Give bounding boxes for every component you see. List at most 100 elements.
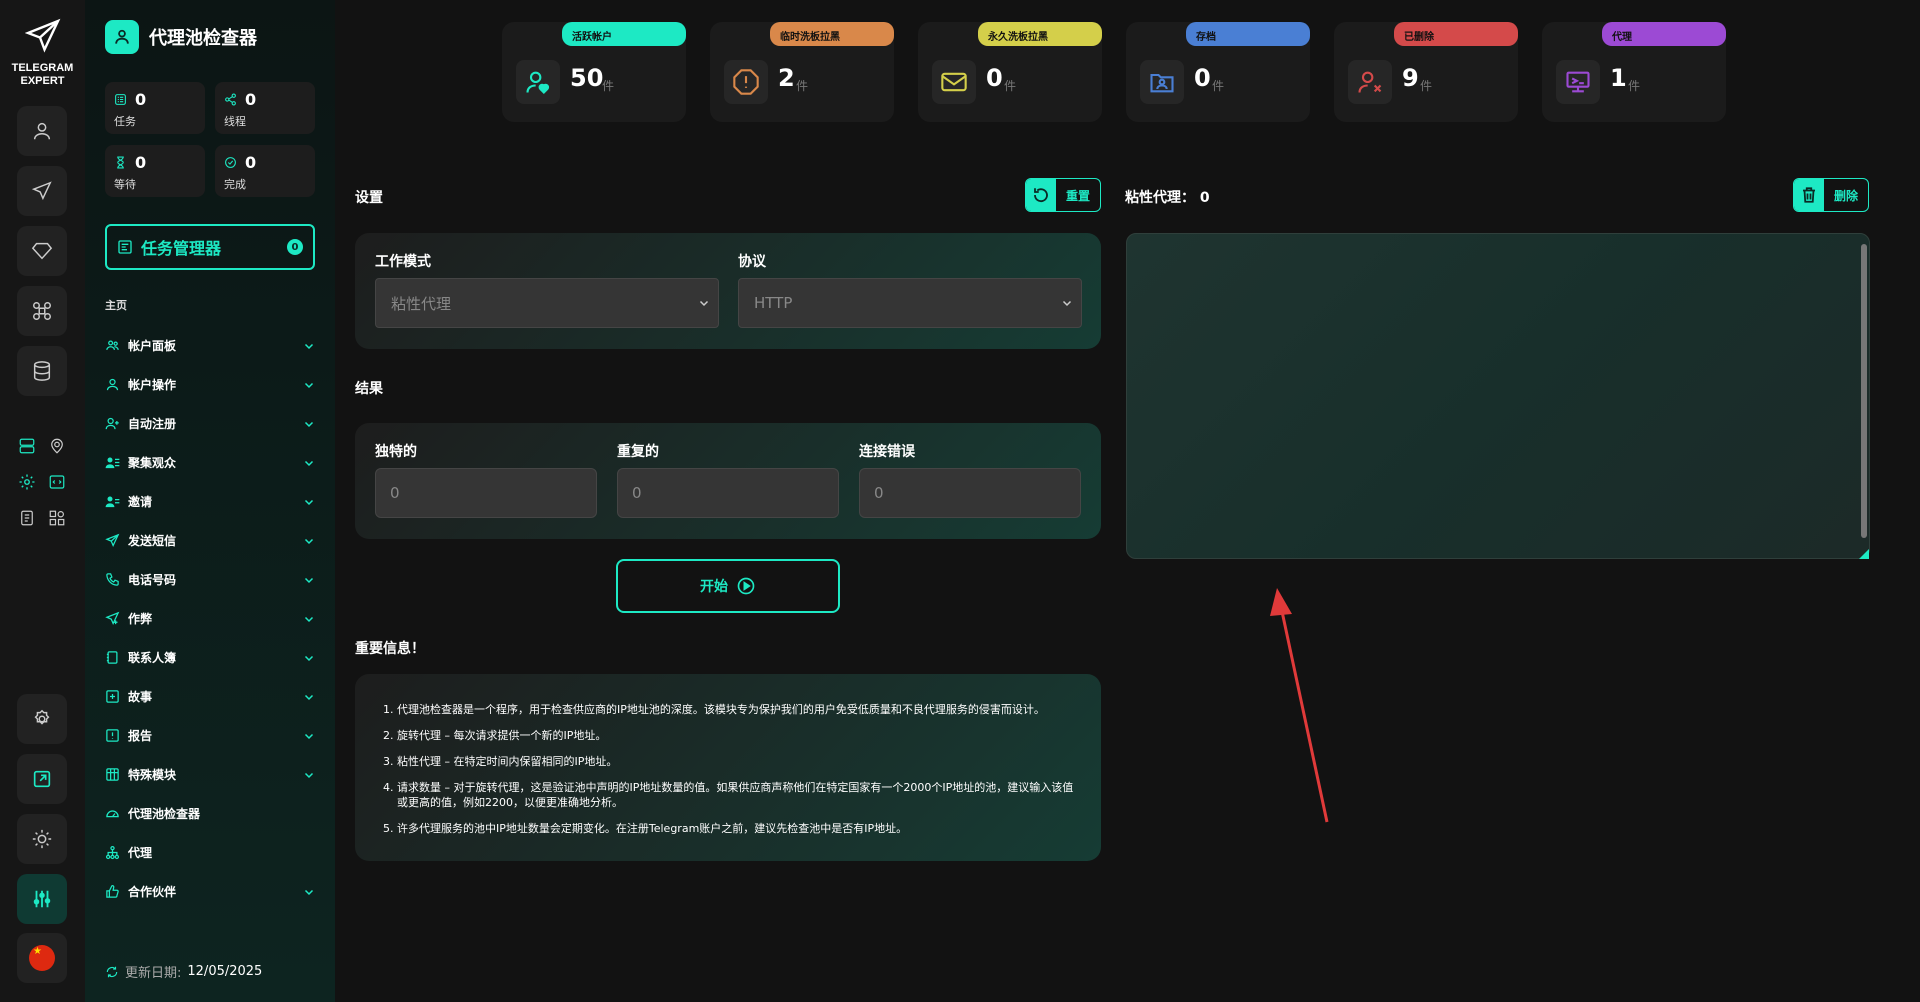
rail-mini-widgets-icon[interactable]: [47, 508, 67, 528]
sidebar-item-account-ops[interactable]: 帐户操作: [105, 365, 315, 404]
hourglass-icon: [117, 156, 124, 169]
sidebar: 代理池检查器 0 任务 0 线程 0 等待 0 完成 任务管理器 0 主页 帐户…: [85, 0, 335, 1002]
rotate-icon: [1034, 188, 1048, 203]
sidebar-item-audience[interactable]: 聚集观众: [105, 443, 315, 482]
card-proxy[interactable]: 代理 1 件: [1542, 22, 1726, 122]
sticky-proxy-label: 粘性代理：: [1125, 190, 1195, 206]
tasks-icon: [115, 94, 126, 105]
mode-value: 粘性代理: [391, 294, 452, 313]
brand-line1: TELEGRAM: [11, 62, 74, 74]
stat-done: 0 完成: [215, 145, 315, 197]
sticky-proxy-header: 粘性代理： 0: [1125, 187, 1210, 207]
card-tag: 代理: [1602, 22, 1726, 46]
sidebar-item-label: 自动注册: [128, 417, 177, 431]
send-icon: [105, 533, 120, 548]
card-icon-box: [516, 60, 560, 104]
card-icon-box: [1556, 60, 1600, 104]
rail-mini-location-icon[interactable]: [47, 436, 67, 456]
duplicate-field[interactable]: 0: [617, 468, 839, 518]
protocol-select[interactable]: HTTP: [738, 278, 1082, 328]
card-active-accounts[interactable]: 活跃帐户 50 件: [502, 22, 686, 122]
card-unit: 件: [1628, 79, 1641, 93]
mail-icon: [941, 72, 967, 92]
sidebar-item-invite[interactable]: 邀请: [105, 482, 315, 521]
rail-sliders-button[interactable]: [17, 874, 67, 924]
unique-field[interactable]: 0: [375, 468, 597, 518]
card-value: 2: [778, 64, 795, 92]
card-tag: 活跃帐户: [562, 22, 686, 46]
reset-button[interactable]: 重置: [1025, 178, 1102, 212]
refresh-icon: [106, 966, 118, 977]
sidebar-item-auto-register[interactable]: 自动注册: [105, 404, 315, 443]
card-value: 0: [986, 64, 1003, 92]
sidebar-item-contacts[interactable]: 联系人簿: [105, 638, 315, 677]
users-icon: [106, 340, 119, 350]
delete-button[interactable]: 删除: [1793, 178, 1870, 212]
rail-diamond-button[interactable]: [17, 226, 67, 276]
card-tag: 临时洗板拉黑: [770, 22, 894, 46]
error-field[interactable]: 0: [859, 468, 1081, 518]
mode-select[interactable]: 粘性代理: [375, 278, 719, 328]
update-date: 12/05/2025: [187, 964, 263, 979]
rail-settings-button[interactable]: [17, 694, 67, 744]
protocol-value: HTTP: [754, 294, 793, 312]
rail-accounts-button[interactable]: [17, 106, 67, 156]
logo-user-icon: [105, 20, 139, 54]
rail-send-button[interactable]: [17, 166, 67, 216]
rail-external-link-button[interactable]: [17, 754, 67, 804]
card-temp-ban[interactable]: 临时洗板拉黑 2 件: [710, 22, 894, 122]
home-label[interactable]: 主页: [105, 297, 127, 313]
sidebar-item-label: 聚集观众: [128, 456, 177, 470]
folder-user-icon: [1150, 73, 1174, 93]
gear-icon: [34, 709, 50, 725]
app-window: TELEGRAM EXPERT 代理池检查器 0 任务 0 线程: [0, 0, 1920, 1002]
chevron-down-icon: [304, 733, 314, 739]
external-link-icon: [33, 770, 51, 788]
card-deleted[interactable]: 已删除 9 件: [1334, 22, 1518, 122]
card-value: 50: [570, 64, 604, 92]
invite-icon: [105, 496, 120, 508]
card-archive[interactable]: 存档 0 件: [1126, 22, 1310, 122]
icon-rail: TELEGRAM EXPERT: [0, 0, 85, 1002]
sidebar-item-account-panel[interactable]: 帐户面板: [105, 326, 315, 365]
textarea-scrollbar[interactable]: [1861, 244, 1867, 538]
sidebar-item-partners[interactable]: 合作伙伴: [105, 872, 315, 911]
language-flag-button[interactable]: [17, 933, 67, 983]
rail-theme-button[interactable]: [17, 814, 67, 864]
app-logo: 代理池检查器: [105, 20, 257, 54]
china-flag-icon: [29, 945, 55, 971]
sidebar-item-proxy[interactable]: 代理: [105, 833, 315, 872]
task-manager-button[interactable]: 任务管理器 0: [105, 224, 315, 270]
sidebar-item-proxy-checker[interactable]: 代理池检查器: [105, 794, 315, 833]
proxy-icon: [1566, 71, 1590, 93]
rail-command-button[interactable]: [17, 286, 67, 336]
play-circle-icon: [737, 577, 755, 595]
contacts-book-icon: [106, 651, 118, 664]
start-button[interactable]: 开始: [616, 559, 840, 613]
user-plus-icon: [105, 417, 119, 430]
rail-mini-server-icon[interactable]: [17, 436, 37, 456]
command-icon: [33, 302, 51, 320]
sidebar-item-reports[interactable]: 报告: [105, 716, 315, 755]
trash-icon: [1803, 187, 1815, 203]
sidebar-item-special[interactable]: 特殊模块: [105, 755, 315, 794]
sidebar-item-send-sms[interactable]: 发送短信: [105, 521, 315, 560]
rail-database-button[interactable]: [17, 346, 67, 396]
rail-mini-code-icon[interactable]: [47, 472, 67, 492]
rail-mini-document-icon[interactable]: [17, 508, 37, 528]
update-label: 更新日期:: [125, 966, 182, 981]
card-perm-ban[interactable]: 永久洗板拉黑 0 件: [918, 22, 1102, 122]
chevron-down-icon: [304, 577, 314, 583]
stat-waiting-value: 0: [135, 153, 147, 172]
plus-square-icon: [106, 690, 119, 703]
sidebar-item-cheat[interactable]: 作弊: [105, 599, 315, 638]
settings-panel: 工作模式 粘性代理 协议 HTTP: [355, 233, 1101, 349]
brand-logo[interactable]: TELEGRAM EXPERT: [0, 18, 85, 88]
sticky-proxy-textarea[interactable]: [1126, 233, 1870, 559]
rail-mini-gear-icon[interactable]: [17, 472, 37, 492]
results-panel: 独特的 0 重复的 0 连接错误 0: [355, 423, 1101, 539]
sidebar-item-stories[interactable]: 故事: [105, 677, 315, 716]
stat-tasks: 0 任务: [105, 82, 205, 134]
chevron-down-icon: [699, 300, 709, 307]
sidebar-item-phone-numbers[interactable]: 电话号码: [105, 560, 315, 599]
